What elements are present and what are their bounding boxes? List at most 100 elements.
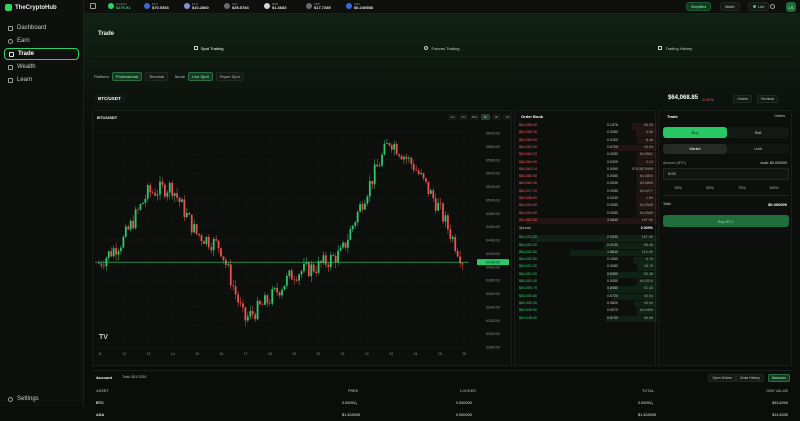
sidebar-item-learn[interactable]: Learn — [4, 74, 79, 86]
sidebar-item-settings[interactable]: Settings — [4, 393, 79, 405]
ask-row[interactable]: $64,084.23 0.0050 64.0661 — [515, 152, 657, 159]
candle-body — [115, 248, 117, 255]
bid-row[interactable]: $64,048.00 0.8740 56.58 — [515, 315, 657, 322]
app-logo[interactable]: TheCryptoHub — [5, 4, 57, 11]
submit-buy-button[interactable]: Buy BTC — [663, 215, 789, 227]
amount-cell: 0.0050 — [607, 152, 618, 157]
ask-row[interactable]: $64,052.30 3.0840 197.5K — [515, 217, 657, 225]
ask-row[interactable]: $64,063.14 0.0090 576.3670999 — [515, 166, 657, 174]
ask-row[interactable]: $64,054.50 0.0050 64.0545 — [515, 203, 657, 210]
ticker-value: $276.51 — [116, 5, 131, 10]
price-chart[interactable]: 66000.00 65800.00 65600.00 65400.00 65200.00… — [93, 111, 513, 367]
ask-row[interactable]: $64,027.70 0.0050 64.0277 — [515, 188, 657, 196]
asset-cell: ADA — [96, 413, 105, 417]
price-tick-label: 63400.00 — [486, 305, 500, 309]
tab-futures-trading[interactable]: Futures Trading — [325, 42, 558, 54]
tab-spot-trading[interactable]: Spot Trading — [92, 42, 325, 54]
sidebar-item-earn[interactable]: Earn — [4, 35, 79, 47]
order-history-button[interactable]: Order History — [735, 374, 764, 382]
candle-body — [171, 182, 174, 197]
candle-body — [412, 163, 415, 171]
candle-body — [261, 304, 264, 305]
ask-row[interactable]: $64,058.60 0.0240 1.59 — [515, 196, 657, 203]
ask-row[interactable]: $64,084.00 0.0100 8.48 — [515, 137, 657, 145]
avatar[interactable]: LS — [786, 2, 796, 12]
ticker-sol[interactable]: SOL $35.5784 — [224, 2, 249, 10]
ticker-eth[interactable]: ETH $10.2860 — [184, 2, 209, 10]
ticker-xrp[interactable]: XRP $17.7285 — [306, 2, 331, 10]
candle-body — [242, 303, 244, 308]
mode-paper-spot-button[interactable]: Paper Spot — [215, 72, 244, 81]
total-cell: 18.78 — [644, 264, 653, 269]
candle-body — [405, 156, 408, 159]
ask-row[interactable]: $64,086.30 0.0280 0.56 — [515, 130, 657, 137]
account-table-header: ASSET FREE LOCKED TOTAL USD VALUE — [92, 389, 792, 397]
ticker-portfolio[interactable]: Portfolio $276.51 — [108, 2, 130, 10]
ask-row[interactable]: $64,054.90 0.0050 64.0549 — [515, 210, 657, 218]
simplified-button[interactable]: Simplified — [686, 2, 712, 11]
futures-icon — [424, 46, 429, 50]
bid-row[interactable]: $64,052.00 0.9130 58.48 — [515, 242, 657, 249]
percent-75-button[interactable]: 75% — [727, 186, 757, 190]
candle-body — [317, 260, 320, 273]
ask-row[interactable]: $64,064.00 0.0320 2.14 — [515, 159, 657, 166]
percent-25-button[interactable]: 25% — [663, 186, 693, 190]
trade-form-orders-link[interactable]: Orders — [774, 114, 785, 118]
table-row[interactable]: ADA $1.404539 0.000000 $1.404539 $14.633… — [92, 413, 792, 421]
wallet-button[interactable]: Wallet — [720, 2, 740, 11]
ask-row[interactable]: $64,060.40 0.0030 64.0605 — [515, 181, 657, 188]
live-button[interactable]: Live — [748, 2, 770, 11]
amount-cell: 0.0080 — [607, 264, 618, 269]
theme-icon[interactable] — [770, 4, 775, 9]
candle-body — [417, 170, 420, 175]
percent-100-button[interactable]: 100% — [759, 186, 789, 190]
orders-button[interactable]: Orders — [733, 95, 752, 103]
sidebar-item-dashboard[interactable]: Dashboard — [4, 22, 79, 34]
buy-tab-button[interactable]: Buy — [663, 127, 727, 138]
ticker-ada[interactable]: ADA $0.246988 — [346, 2, 373, 10]
candle-body — [207, 236, 210, 248]
amount-cell: 0.0070 — [607, 308, 618, 313]
candle-body — [386, 142, 388, 144]
candle-body — [139, 204, 142, 210]
bid-row[interactable]: $64,049.50 0.0070 64.0495 — [515, 308, 657, 315]
limit-order-button[interactable]: Limit — [727, 144, 789, 154]
price-tick-label: 64000.00 — [486, 265, 500, 269]
terminal-button[interactable]: Terminal — [756, 95, 778, 103]
sidebar-item-trade[interactable]: Trade — [4, 48, 79, 60]
tab-trading-history[interactable]: Trading History — [559, 42, 792, 54]
pair-selector[interactable]: BTC/USDT — [94, 94, 125, 103]
bid-row[interactable]: $64,052.80 1.8640 119.4K — [515, 249, 657, 257]
mode-live-spot-button[interactable]: Live Spot — [188, 72, 213, 81]
bid-row[interactable]: $64,050.30 0.0820 43.04 — [515, 300, 657, 308]
platform-professional-button[interactable]: Professional — [111, 72, 142, 81]
ask-row[interactable]: $64,083.30 0.6720 43.04 — [515, 144, 657, 152]
ticker-btc[interactable]: BTC $70.5353 — [144, 2, 169, 10]
ticker-bnb[interactable]: BNB $1.3683 — [264, 2, 286, 10]
open-orders-button[interactable]: Open Orders — [708, 374, 736, 382]
ask-row[interactable]: $64,080.90 0.0060 64.0803 — [515, 174, 657, 181]
candle-body — [383, 143, 386, 155]
bid-row[interactable]: $64,051.30 0.0080 18.78 — [515, 264, 657, 271]
platform-terminal-button[interactable]: Terminal — [144, 72, 169, 81]
bid-row[interactable]: $64,052.20 2.9330 187.9K — [515, 235, 657, 242]
price-cell: $64,050.80 — [519, 293, 537, 298]
percent-50-button[interactable]: 50% — [695, 186, 725, 190]
sell-tab-button[interactable]: Sell — [727, 127, 789, 138]
candle-body — [325, 255, 327, 265]
balances-button[interactable]: Balances — [768, 374, 790, 382]
candle-body — [212, 238, 215, 251]
bid-row[interactable]: $64,051.40 0.0050 64.0514 — [515, 279, 657, 286]
table-row[interactable]: BTC 0.00052₄ 0.000000 0.00052₄ $33.6204 — [92, 401, 792, 409]
bid-row[interactable]: $64,052.50 0.1060 6.78 — [515, 257, 657, 264]
amount-input[interactable]: 0.00 — [663, 168, 789, 180]
sidebar-item-wealth[interactable]: Wealth — [4, 61, 79, 73]
total-cell: 8.48 — [646, 137, 653, 142]
sidebar-toggle-icon[interactable] — [90, 3, 96, 9]
bid-row[interactable]: $64,050.70 0.8080 51.48 — [515, 286, 657, 293]
bid-row[interactable]: $64,051.00 0.8350 53.48 — [515, 271, 657, 279]
bid-row[interactable]: $64,050.80 0.6720 43.04 — [515, 293, 657, 301]
market-order-button[interactable]: Market — [663, 144, 727, 154]
time-tick-label: 25 — [438, 352, 442, 356]
ask-row[interactable]: $64,088.50 0.1376 #3.28 — [515, 123, 657, 130]
